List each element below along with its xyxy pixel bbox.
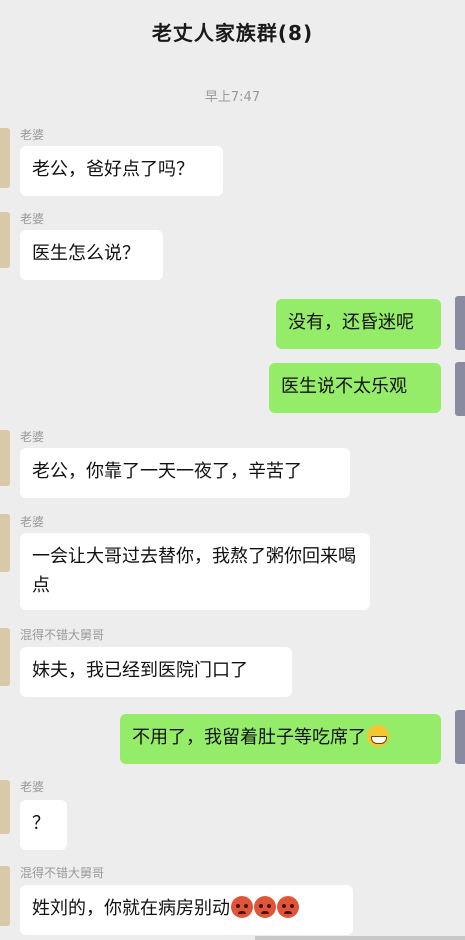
avatar[interactable] bbox=[0, 780, 10, 834]
avatar[interactable] bbox=[0, 212, 10, 268]
sender-name: 老婆 bbox=[20, 212, 45, 226]
angry-face-icon bbox=[277, 896, 299, 918]
avatar[interactable] bbox=[0, 514, 10, 572]
sender-name: 老婆 bbox=[20, 430, 45, 444]
sender-name: 混得不错大舅哥 bbox=[20, 628, 105, 642]
message-text: 不用了，我留着肚子等吃席了 bbox=[132, 727, 366, 748]
avatar[interactable] bbox=[0, 628, 10, 686]
sender-name: 混得不错大舅哥 bbox=[20, 866, 105, 880]
message-bubble[interactable]: 医生说不太乐观 bbox=[269, 363, 441, 413]
message-timestamp: 早上7:47 bbox=[204, 90, 261, 105]
angry-face-icon bbox=[231, 896, 253, 918]
scroll-edge-divider bbox=[255, 936, 465, 940]
message-bubble[interactable]: 妹夫，我已经到医院门口了 bbox=[20, 647, 292, 697]
message-bubble[interactable]: 姓刘的，你就在病房别动 bbox=[20, 885, 353, 935]
avatar[interactable] bbox=[455, 296, 465, 350]
avatar[interactable] bbox=[0, 866, 10, 926]
message-bubble[interactable]: 医生怎么说？ bbox=[20, 230, 163, 280]
avatar[interactable] bbox=[0, 128, 10, 188]
chat-header: 老丈人家族群(8) bbox=[0, 0, 465, 62]
message-bubble[interactable]: 老公，你靠了一天一夜了，辛苦了 bbox=[20, 448, 350, 498]
message-bubble[interactable]: 一会让大哥过去替你，我熬了粥你回来喝点 bbox=[20, 533, 370, 610]
avatar[interactable] bbox=[455, 362, 465, 416]
angry-face-icon bbox=[254, 896, 276, 918]
message-bubble[interactable]: ？ bbox=[20, 800, 67, 850]
message-bubble[interactable]: 没有，还昏迷呢 bbox=[276, 299, 441, 349]
grinning-face-icon bbox=[367, 725, 389, 747]
message-bubble[interactable]: 不用了，我留着肚子等吃席了 bbox=[120, 714, 441, 764]
sender-name: 老婆 bbox=[20, 515, 45, 529]
group-chat-title: 老丈人家族群(8) bbox=[151, 20, 314, 45]
avatar[interactable] bbox=[0, 430, 10, 486]
sender-name: 老婆 bbox=[20, 128, 45, 142]
avatar[interactable] bbox=[455, 710, 465, 764]
sender-name: 老婆 bbox=[20, 780, 45, 794]
message-bubble[interactable]: 老公，爸好点了吗？ bbox=[20, 146, 223, 196]
message-text: 姓刘的，你就在病房别动 bbox=[32, 898, 230, 919]
